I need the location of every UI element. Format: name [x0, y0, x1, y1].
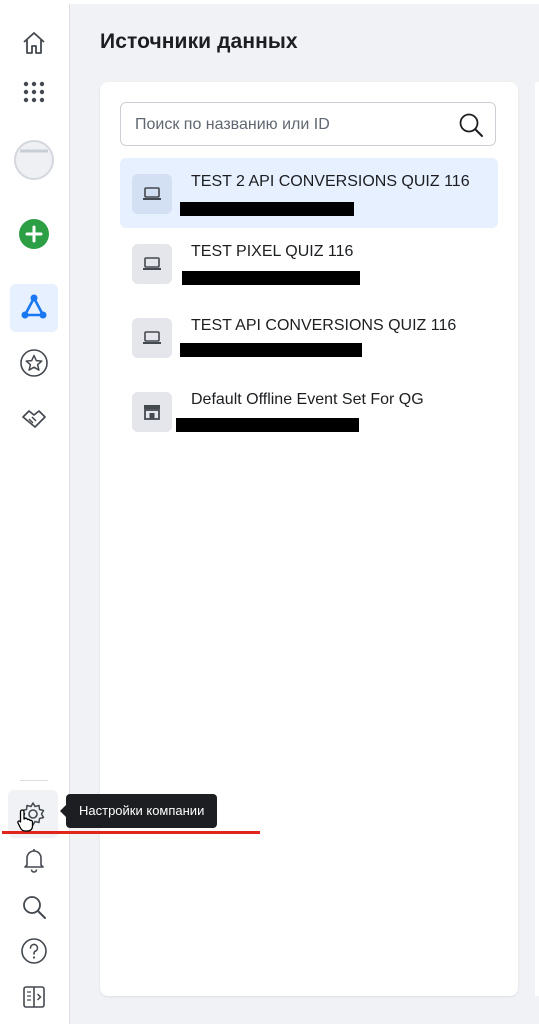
hand-cursor-icon	[16, 808, 36, 837]
page-title: Источники данных	[100, 30, 298, 53]
data-sources-panel: TEST 2 API CONVERSIONS QUIZ 116 TEST PIX…	[100, 82, 518, 996]
search-input[interactable]	[133, 103, 447, 147]
redacted-id	[180, 343, 362, 357]
data-source-name: Default Offline Event Set For QG	[191, 391, 424, 408]
events-manager-icon[interactable]	[10, 284, 58, 332]
data-source-item[interactable]: TEST API CONVERSIONS QUIZ 116	[120, 302, 498, 372]
data-source-item[interactable]: Default Offline Event Set For QG	[120, 376, 498, 446]
data-source-name: TEST 2 API CONVERSIONS QUIZ 116	[191, 173, 470, 190]
star-icon[interactable]	[17, 346, 51, 380]
redacted-id	[176, 418, 359, 432]
redacted-id	[182, 271, 360, 285]
laptop-icon	[132, 174, 172, 214]
collapse-sidebar-icon[interactable]	[17, 980, 51, 1014]
rail-divider	[20, 780, 48, 781]
partnership-icon[interactable]	[17, 402, 51, 436]
left-navigation-rail	[0, 4, 70, 1024]
laptop-icon	[132, 244, 172, 284]
search-box	[120, 102, 496, 147]
data-source-name: TEST PIXEL QUIZ 116	[191, 243, 354, 260]
right-panel-edge	[535, 82, 539, 996]
data-source-item[interactable]: TEST PIXEL QUIZ 116	[120, 228, 498, 298]
home-icon[interactable]	[17, 26, 51, 60]
search-icon[interactable]	[17, 890, 51, 924]
data-source-item[interactable]: TEST 2 API CONVERSIONS QUIZ 116	[120, 158, 498, 228]
create-plus-icon[interactable]	[17, 217, 51, 251]
laptop-icon	[132, 318, 172, 358]
store-icon	[132, 392, 172, 432]
bell-icon[interactable]	[17, 843, 51, 877]
annotation-underline	[2, 831, 260, 834]
data-source-name: TEST API CONVERSIONS QUIZ 116	[191, 317, 457, 334]
search-icon[interactable]	[457, 111, 485, 139]
redacted-id	[180, 202, 354, 216]
tooltip: Настройки компании	[59, 794, 218, 828]
apps-grid-icon[interactable]	[17, 75, 51, 109]
account-avatar-icon[interactable]	[12, 138, 56, 182]
help-icon[interactable]	[17, 934, 51, 968]
